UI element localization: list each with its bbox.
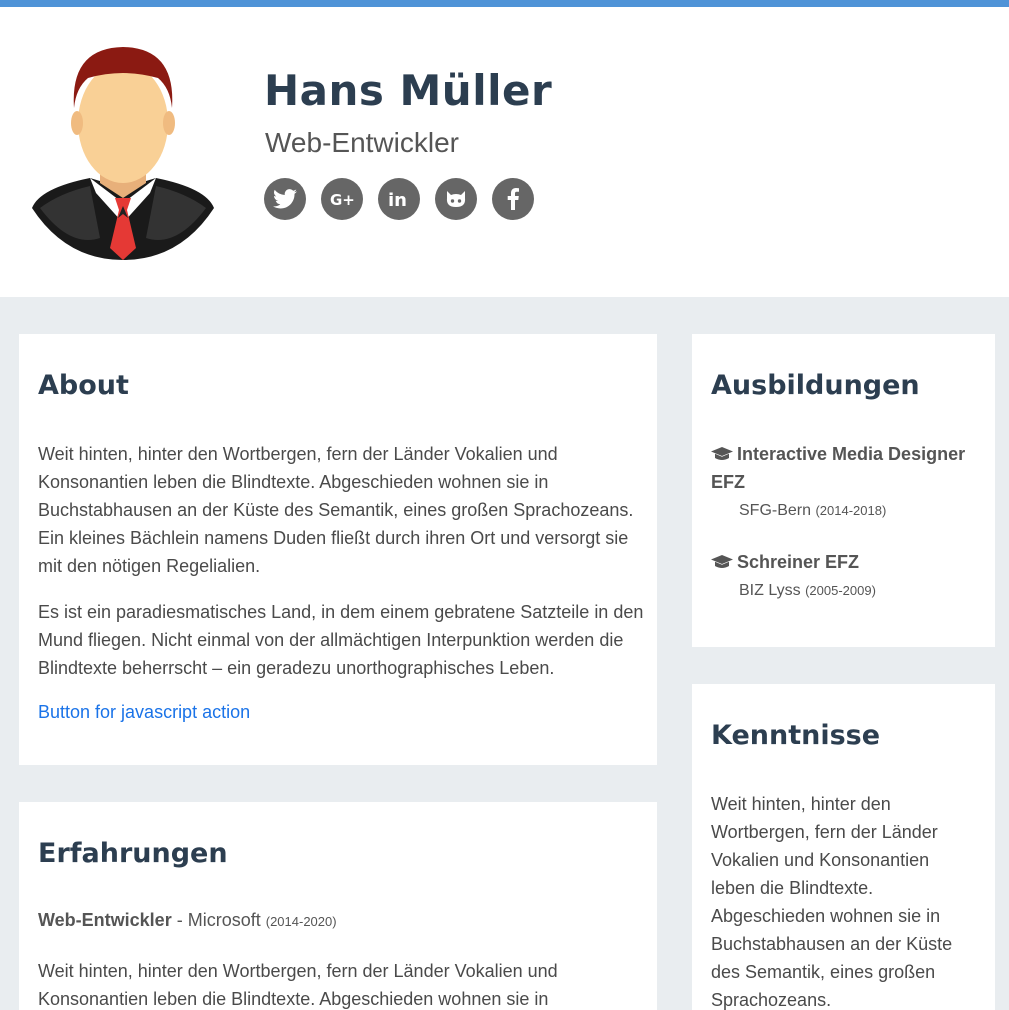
google-plus-icon[interactable]: G+ xyxy=(321,178,363,220)
facebook-icon[interactable] xyxy=(492,178,534,220)
about-line: Es ist ein paradiesmatisches Land, in de… xyxy=(38,602,644,622)
school-years: (2014-2018) xyxy=(815,503,887,518)
skills-line: Weit hinten, hinter den xyxy=(711,794,891,814)
graduation-cap-icon xyxy=(711,555,733,568)
about-line: Mund fliegen. Nicht einmal von der allmä… xyxy=(38,630,624,650)
education-heading: Ausbildungen xyxy=(711,370,920,401)
skills-text: Weit hinten, hinter den Wortbergen, fern… xyxy=(711,790,991,1010)
experience-text: Weit hinten, hinter den Wortbergen, fern… xyxy=(38,957,648,1010)
skills-line: des Semantik, eines großen xyxy=(711,962,936,982)
job-company: Microsoft xyxy=(187,910,261,930)
javascript-action-link[interactable]: Button for javascript action xyxy=(38,702,250,723)
profile-title: Web-Entwickler xyxy=(265,127,459,158)
skills-heading: Kenntnisse xyxy=(711,720,881,751)
degree-title: Schreiner EFZ xyxy=(711,548,986,576)
skills-line: Buchstabhausen an der Küste xyxy=(711,934,953,954)
about-line: Buchstabhausen an der Küste des Semantik… xyxy=(38,500,634,520)
about-text: Weit hinten, hinter den Wortbergen, fern… xyxy=(38,440,648,682)
experience-line: Weit hinten, hinter den Wortbergen, fern… xyxy=(38,961,558,981)
profile-header: Hans Müller Web-Entwickler G+ in xyxy=(0,7,1009,297)
top-accent-bar xyxy=(0,0,1009,7)
skills-card: Kenntnisse Weit hinten, hinter den Wortb… xyxy=(692,684,995,1010)
skills-line: Wortbergen, fern der Länder xyxy=(711,822,938,842)
school-name: SFG-Bern xyxy=(739,502,812,519)
about-line: Blindtexte beherrscht – ein geradezu uno… xyxy=(38,658,555,678)
skills-line: leben die Blindtexte. xyxy=(711,878,874,898)
graduation-cap-icon xyxy=(711,447,733,460)
about-line: Konsonantien leben die Blindtexte. Abges… xyxy=(38,472,549,492)
skills-line: Vokalien und Konsonantien xyxy=(711,850,930,870)
experience-line: Konsonantien leben die Blindtexte. Abges… xyxy=(38,989,549,1009)
education-item: Schreiner EFZ BIZ Lyss (2005-2009) xyxy=(711,548,986,600)
twitter-icon[interactable] xyxy=(264,178,306,220)
education-item: Interactive Media Designer EFZ SFG-Bern … xyxy=(711,440,986,520)
about-line: Weit hinten, hinter den Wortbergen, fern… xyxy=(38,444,558,464)
job-entry: Web-Entwickler - Microsoft (2014-2020) xyxy=(38,910,337,931)
about-card: About Weit hinten, hinter den Wortbergen… xyxy=(19,334,657,765)
experience-card: Erfahrungen Web-Entwickler - Microsoft (… xyxy=(19,802,657,1010)
skills-line: Abgeschieden wohnen sie in xyxy=(711,906,941,926)
about-heading: About xyxy=(38,370,129,401)
linkedin-icon[interactable]: in xyxy=(378,178,420,220)
svg-text:in: in xyxy=(388,190,407,209)
school-name: BIZ Lyss xyxy=(739,582,801,599)
github-icon[interactable] xyxy=(435,178,477,220)
degree-title-cont: EFZ xyxy=(711,472,745,492)
job-role: Web-Entwickler xyxy=(38,910,172,930)
job-years: (2014-2020) xyxy=(265,914,337,929)
profile-name: Hans Müller xyxy=(264,66,553,115)
degree-title: Interactive Media Designer xyxy=(711,440,986,468)
avatar xyxy=(32,47,214,260)
about-line: mit den nötigen Regelialien. xyxy=(38,556,261,576)
social-links: G+ in xyxy=(264,178,534,220)
education-card: Ausbildungen Interactive Media Designer … xyxy=(692,334,995,647)
school-years: (2005-2009) xyxy=(805,583,876,598)
about-line: Ein kleines Bächlein namens Duden fließt… xyxy=(38,528,629,548)
skills-line: Sprachozeans. xyxy=(711,990,832,1010)
job-separator: - xyxy=(171,910,188,930)
experience-heading: Erfahrungen xyxy=(38,838,228,869)
svg-text:G+: G+ xyxy=(330,191,355,208)
